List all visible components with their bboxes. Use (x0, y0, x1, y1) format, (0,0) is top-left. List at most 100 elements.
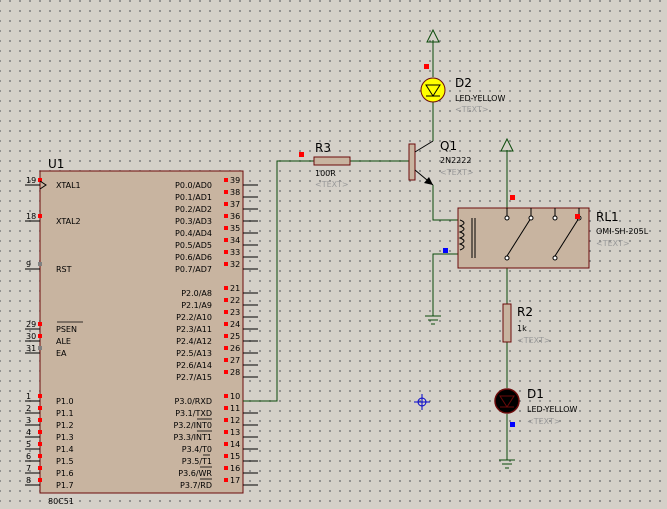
u1-pin-marker (38, 454, 42, 458)
u1-pin-marker (224, 346, 228, 350)
u1-pin-number: 5 (26, 440, 31, 449)
u1-pin-marker (38, 262, 42, 266)
r2-value-label: 1k (517, 324, 527, 333)
u1-pin-name: PSEN (56, 325, 77, 334)
u1-pin-name: P2.0/A8 (181, 289, 212, 298)
r3-value-label: 100R (315, 169, 336, 178)
u1-pin-number: 13 (230, 428, 240, 437)
u1-pin-number: 7 (26, 464, 31, 473)
ground-terminal-d1[interactable] (499, 459, 515, 469)
origin-marker-icon[interactable] (414, 394, 430, 410)
u1-pin-marker (38, 334, 42, 338)
u1-pin-name: P1.7 (56, 481, 74, 490)
u1-pin-marker (224, 250, 228, 254)
rl1-relay[interactable]: RL1 OMI-SH-205L <TEXT> (443, 195, 649, 269)
u1-pin-name: P0.2/AD2 (175, 205, 212, 214)
u1-pin-number: 28 (230, 368, 240, 377)
q1-base-bar (408, 143, 416, 181)
d2-ref-label: D2 (455, 76, 472, 90)
d2-text-placeholder: <TEXT> (455, 105, 489, 114)
u1-pin-name: P2.5/A13 (176, 349, 212, 358)
ground-icon (499, 459, 515, 469)
rl1-contact (528, 215, 534, 221)
u1-pin-name: P3.0/RXD (175, 397, 212, 406)
d2-value-label: LED-YELLOW (455, 94, 505, 103)
u1-pin-marker (38, 478, 42, 482)
u1-pin-number: 1 (26, 392, 31, 401)
u1-pin-marker (224, 406, 228, 410)
u1-pin-marker (38, 466, 42, 470)
u1-pin-name: P2.7/A15 (176, 373, 212, 382)
r3-text-placeholder: <TEXT> (315, 180, 349, 189)
u1-pin-number: 12 (230, 416, 240, 425)
u1-pin-name: P3.6/WR (178, 469, 212, 478)
u1-pin-marker (224, 478, 228, 482)
u1-pin-marker (224, 394, 228, 398)
u1-pin-number: 39 (230, 176, 240, 185)
u1-pin-number: 4 (26, 428, 31, 437)
r3-resistor[interactable]: R3 100R <TEXT> (299, 141, 351, 189)
rl1-coil-marker (443, 248, 448, 253)
schematic-canvas[interactable]: U1 80C51 19XTAL118XTAL29RST29PSEN30ALE31… (0, 0, 667, 509)
u1-pin-marker (224, 178, 228, 182)
u1-pin-number: 26 (230, 344, 240, 353)
u1-pin-name: RST (56, 265, 72, 274)
q1-transistor[interactable]: Q1 2N2222 <TEXT> (408, 139, 474, 186)
rl1-body (457, 207, 590, 269)
u1-pin-number: 34 (230, 236, 240, 245)
r2-text-placeholder: <TEXT> (517, 336, 551, 345)
ground-terminal-coil[interactable] (425, 315, 441, 325)
rl1-contact (504, 215, 510, 221)
rl1-contact (504, 255, 510, 261)
u1-pin-marker (224, 466, 228, 470)
u1-pin-number: 9 (26, 260, 31, 269)
u1-pin-marker (224, 202, 228, 206)
u1-pin-name: P2.1/A9 (181, 301, 212, 310)
u1-pin-name: P1.4 (56, 445, 74, 454)
u1-pin-number: 31 (26, 344, 36, 353)
u1-pin-name: P0.5/AD5 (175, 241, 212, 250)
u1-microcontroller[interactable]: U1 80C51 19XTAL118XTAL29RST29PSEN30ALE31… (25, 157, 258, 506)
u1-pin-name: P2.6/A14 (176, 361, 212, 370)
d2-led[interactable]: D2 LED-YELLOW <TEXT> (420, 64, 505, 114)
u1-pin-name: P0.7/AD7 (175, 265, 212, 274)
u1-pin-name: P2.3/A11 (176, 325, 212, 334)
u1-pin-name: P3.3/INT1 (173, 433, 212, 442)
u1-pin-name: P0.3/AD3 (175, 217, 212, 226)
u1-pin-marker (38, 322, 42, 326)
wire-coil-to-ground (432, 253, 460, 316)
u1-pin-number: 17 (230, 476, 240, 485)
u1-pin-marker (224, 286, 228, 290)
u1-pin-name: P1.2 (56, 421, 74, 430)
u1-pin-marker (38, 406, 42, 410)
vcc-terminal-relay[interactable] (500, 137, 514, 152)
u1-pin-marker (224, 226, 228, 230)
u1-pin-marker (224, 190, 228, 194)
u1-pin-number: 22 (230, 296, 240, 305)
power-arrow-icon (500, 137, 514, 152)
u1-pin-number: 37 (230, 200, 240, 209)
rl1-contact (552, 255, 558, 261)
u1-pin-name: P0.0/AD0 (175, 181, 212, 190)
u1-pin-number: 2 (26, 404, 31, 413)
u1-pin-number: 21 (230, 284, 240, 293)
u1-pin-name: P0.1/AD1 (175, 193, 212, 202)
u1-pin-marker (224, 358, 228, 362)
u1-pin-number: 35 (230, 224, 240, 233)
u1-pin-name: P0.4/AD4 (175, 229, 212, 238)
u1-pin-name: P1.1 (56, 409, 74, 418)
u1-pin-marker (38, 214, 42, 218)
r3-body (313, 156, 351, 166)
u1-pin-number: 16 (230, 464, 240, 473)
u1-pin-name: EA (56, 349, 67, 358)
rl1-contact (552, 215, 558, 221)
d2-body (420, 77, 446, 103)
u1-pin-marker (224, 298, 228, 302)
d1-value-label: LED-YELLOW (527, 405, 577, 414)
u1-pin-number: 18 (26, 212, 36, 221)
r2-resistor[interactable]: R2 1k <TEXT> (502, 303, 551, 345)
u1-pin-name: P1.3 (56, 433, 74, 442)
u1-pin-number: 8 (26, 476, 31, 485)
u1-pin-name: P3.2/INT0 (173, 421, 212, 430)
u1-pin-marker (224, 262, 228, 266)
